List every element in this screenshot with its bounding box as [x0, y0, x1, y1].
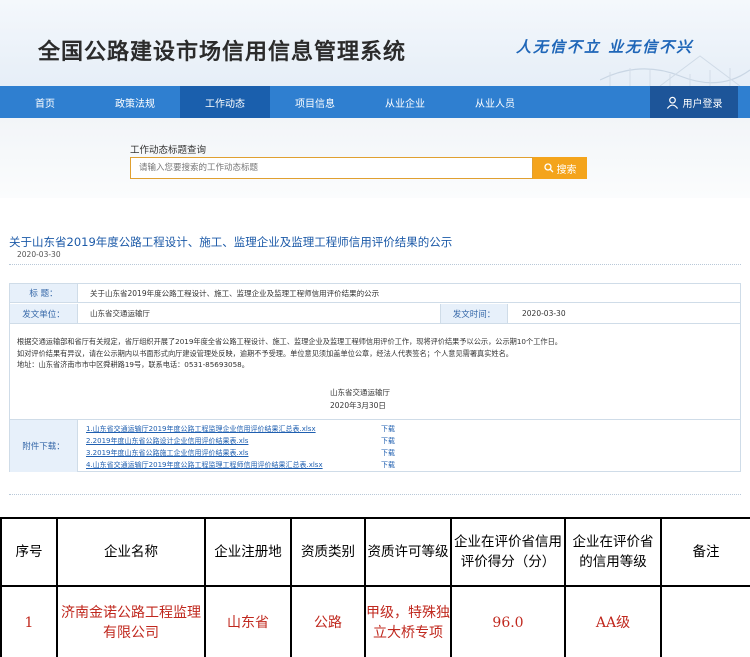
result-table: 序号 企业名称 企业注册地 资质类别 资质许可等级 企业在评价省信用评价得分（分… — [0, 517, 750, 657]
header-cell: 企业在评价省信用评价得分（分） — [450, 517, 566, 587]
body-paragraph: 根据交通运输部和省厅有关规定，省厅组织开展了2019年度全省公路工程设计、施工、… — [17, 337, 562, 346]
nav-item-personnel[interactable]: 从业人员 — [450, 86, 540, 118]
article-title: 关于山东省2019年度公路工程设计、施工、监理企业及监理工程师信用评价结果的公示 — [9, 235, 453, 249]
article-detail: 标 题： 关于山东省2019年度公路工程设计、施工、监理企业及监理工程师信用评价… — [9, 283, 741, 472]
nav-item-projects[interactable]: 项目信息 — [270, 86, 360, 118]
time-value: 2020-03-30 — [522, 309, 566, 318]
site-title: 全国公路建设市场信用信息管理系统 — [38, 40, 407, 65]
cell-region: 山东省 — [204, 585, 292, 657]
search-label: 工作动态标题查询 — [130, 145, 207, 156]
cell-category: 公路 — [290, 585, 366, 657]
header-cell: 资质许可等级 — [364, 517, 452, 587]
cell-note — [660, 585, 750, 657]
article-date: 2020-03-30 — [17, 250, 61, 259]
download-link[interactable]: 下载 — [381, 460, 395, 470]
title-value: 关于山东省2019年度公路工程设计、施工、监理企业及监理工程师信用评价结果的公示 — [90, 288, 380, 298]
attachment-divider — [10, 419, 740, 420]
search-button[interactable]: 搜索 — [533, 157, 587, 179]
search-button-label: 搜索 — [556, 164, 577, 176]
login-button[interactable]: 用户登录 — [650, 86, 738, 118]
header-cell: 企业在评价省的信用等级 — [564, 517, 662, 587]
divider — [9, 494, 741, 495]
download-link[interactable]: 下载 — [381, 424, 395, 434]
title-label: 标 题： — [10, 284, 78, 302]
nav-item-policy[interactable]: 政策法规 — [90, 86, 180, 118]
table-header-row: 序号 企业名称 企业注册地 资质类别 资质许可等级 企业在评价省信用评价得分（分… — [0, 517, 750, 587]
nav-item-work-news[interactable]: 工作动态 — [180, 86, 270, 118]
unit-value: 山东省交通运输厅 — [90, 309, 150, 318]
download-link[interactable]: 下载 — [381, 436, 395, 446]
header-cell: 备注 — [660, 517, 750, 587]
main-nav: 首页 政策法规 工作动态 项目信息 从业企业 从业人员 用户登录 — [0, 86, 750, 118]
divider — [9, 264, 741, 265]
bridge-decoration-icon — [600, 55, 750, 86]
attachment-link[interactable]: 2.2019年度山东省公路设计企业信用评价结果表.xls — [86, 436, 248, 446]
header-cell: 企业注册地 — [204, 517, 292, 587]
cell-credit-level: AA级 — [564, 585, 662, 657]
signature-unit: 山东省交通运输厅 — [330, 388, 390, 397]
search-input[interactable] — [130, 157, 533, 179]
body-paragraph: 地址：山东省济南市市中区舜耕路19号，联系电话：0531-85693058。 — [17, 360, 249, 369]
body-paragraph: 如对评价结果有异议，请在公示期内以书面形式向厅建设管理处反映，逾期不予受理。单位… — [17, 348, 513, 358]
cell-company-name: 济南金诺公路工程监理有限公司 — [56, 585, 206, 657]
attachment-link[interactable]: 4.山东省交通运输厅2019年度公路工程监理工程师信用评价结果汇总表.xlsx — [86, 460, 323, 470]
cell-score: 96.0 — [450, 585, 566, 657]
header-cell: 企业名称 — [56, 517, 206, 587]
table-row: 1 济南金诺公路工程监理有限公司 山东省 公路 甲级，特殊独立大桥专项 96.0… — [0, 585, 750, 657]
article-body: 根据交通运输部和省厅有关规定，省厅组织开展了2019年度全省公路工程设计、施工、… — [17, 336, 733, 371]
signature-date: 2020年3月30日 — [330, 401, 386, 410]
header-cell: 资质类别 — [290, 517, 366, 587]
attachment-link[interactable]: 1.山东省交通运输厅2019年度公路工程监理企业信用评价结果汇总表.xlsx — [86, 424, 316, 434]
detail-title-row: 标 题： 关于山东省2019年度公路工程设计、施工、监理企业及监理工程师信用评价… — [10, 284, 740, 303]
search-icon — [543, 163, 553, 173]
download-link[interactable]: 下载 — [381, 448, 395, 458]
user-icon — [666, 96, 678, 109]
result-table-preview: 序号 企业名称 企业注册地 资质类别 资质许可等级 企业在评价省信用评价得分（分… — [0, 517, 750, 657]
attachment-label: 附件下载： — [10, 420, 78, 472]
cell-qualification: 甲级，特殊独立大桥专项 — [364, 585, 452, 657]
nav-item-enterprises[interactable]: 从业企业 — [360, 86, 450, 118]
detail-meta-row: 发文单位： 山东省交通运输厅 发文时间： 2020-03-30 — [10, 304, 740, 324]
nav-item-home[interactable]: 首页 — [0, 86, 90, 118]
unit-label: 发文单位： — [10, 304, 78, 323]
site-header: 全国公路建设市场信用信息管理系统 人无信不立 业无信不兴 — [0, 0, 750, 86]
header-cell: 序号 — [0, 517, 58, 587]
time-label: 发文时间： — [440, 304, 508, 323]
cell-no: 1 — [0, 585, 58, 657]
login-label: 用户登录 — [682, 98, 723, 110]
attachment-link[interactable]: 3.2019年度山东省公路施工企业信用评价结果表.xls — [86, 448, 248, 458]
